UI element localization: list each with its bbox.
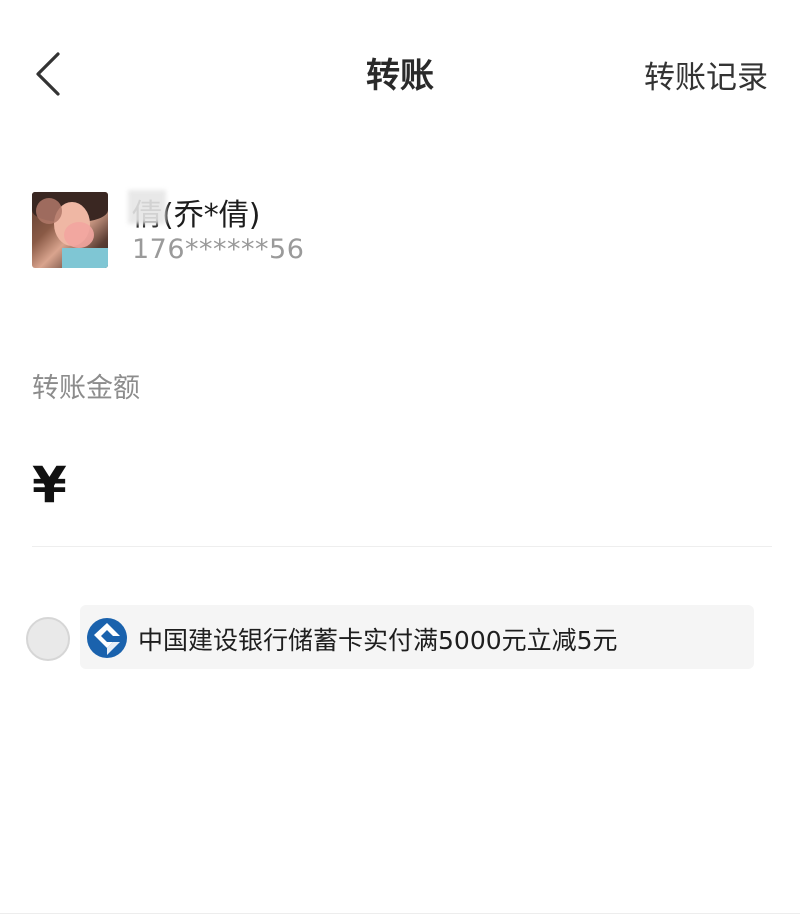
amount-label: 转账金额	[32, 373, 140, 404]
recipient-card: 倩(乔*倩) 176******56	[32, 190, 772, 270]
amount-row: ¥	[32, 456, 772, 526]
divider	[32, 546, 772, 547]
promotion-text: 中国建设银行储蓄卡实付满5000元立减5元	[138, 626, 618, 655]
bottom-divider	[0, 913, 800, 914]
avatar	[32, 192, 108, 268]
ccb-bank-logo-icon	[87, 618, 127, 658]
recipient-phone: 176******56	[132, 234, 305, 265]
amount-input[interactable]	[92, 462, 756, 520]
navigation-bar: 转账 转账记录	[0, 0, 800, 140]
promotion-banner[interactable]: 中国建设银行储蓄卡实付满5000元立减5元	[80, 605, 754, 669]
privacy-mask	[128, 190, 166, 224]
transfer-history-link[interactable]: 转账记录	[644, 52, 768, 97]
promotion-radio[interactable]	[26, 617, 70, 661]
currency-symbol: ¥	[32, 456, 67, 514]
